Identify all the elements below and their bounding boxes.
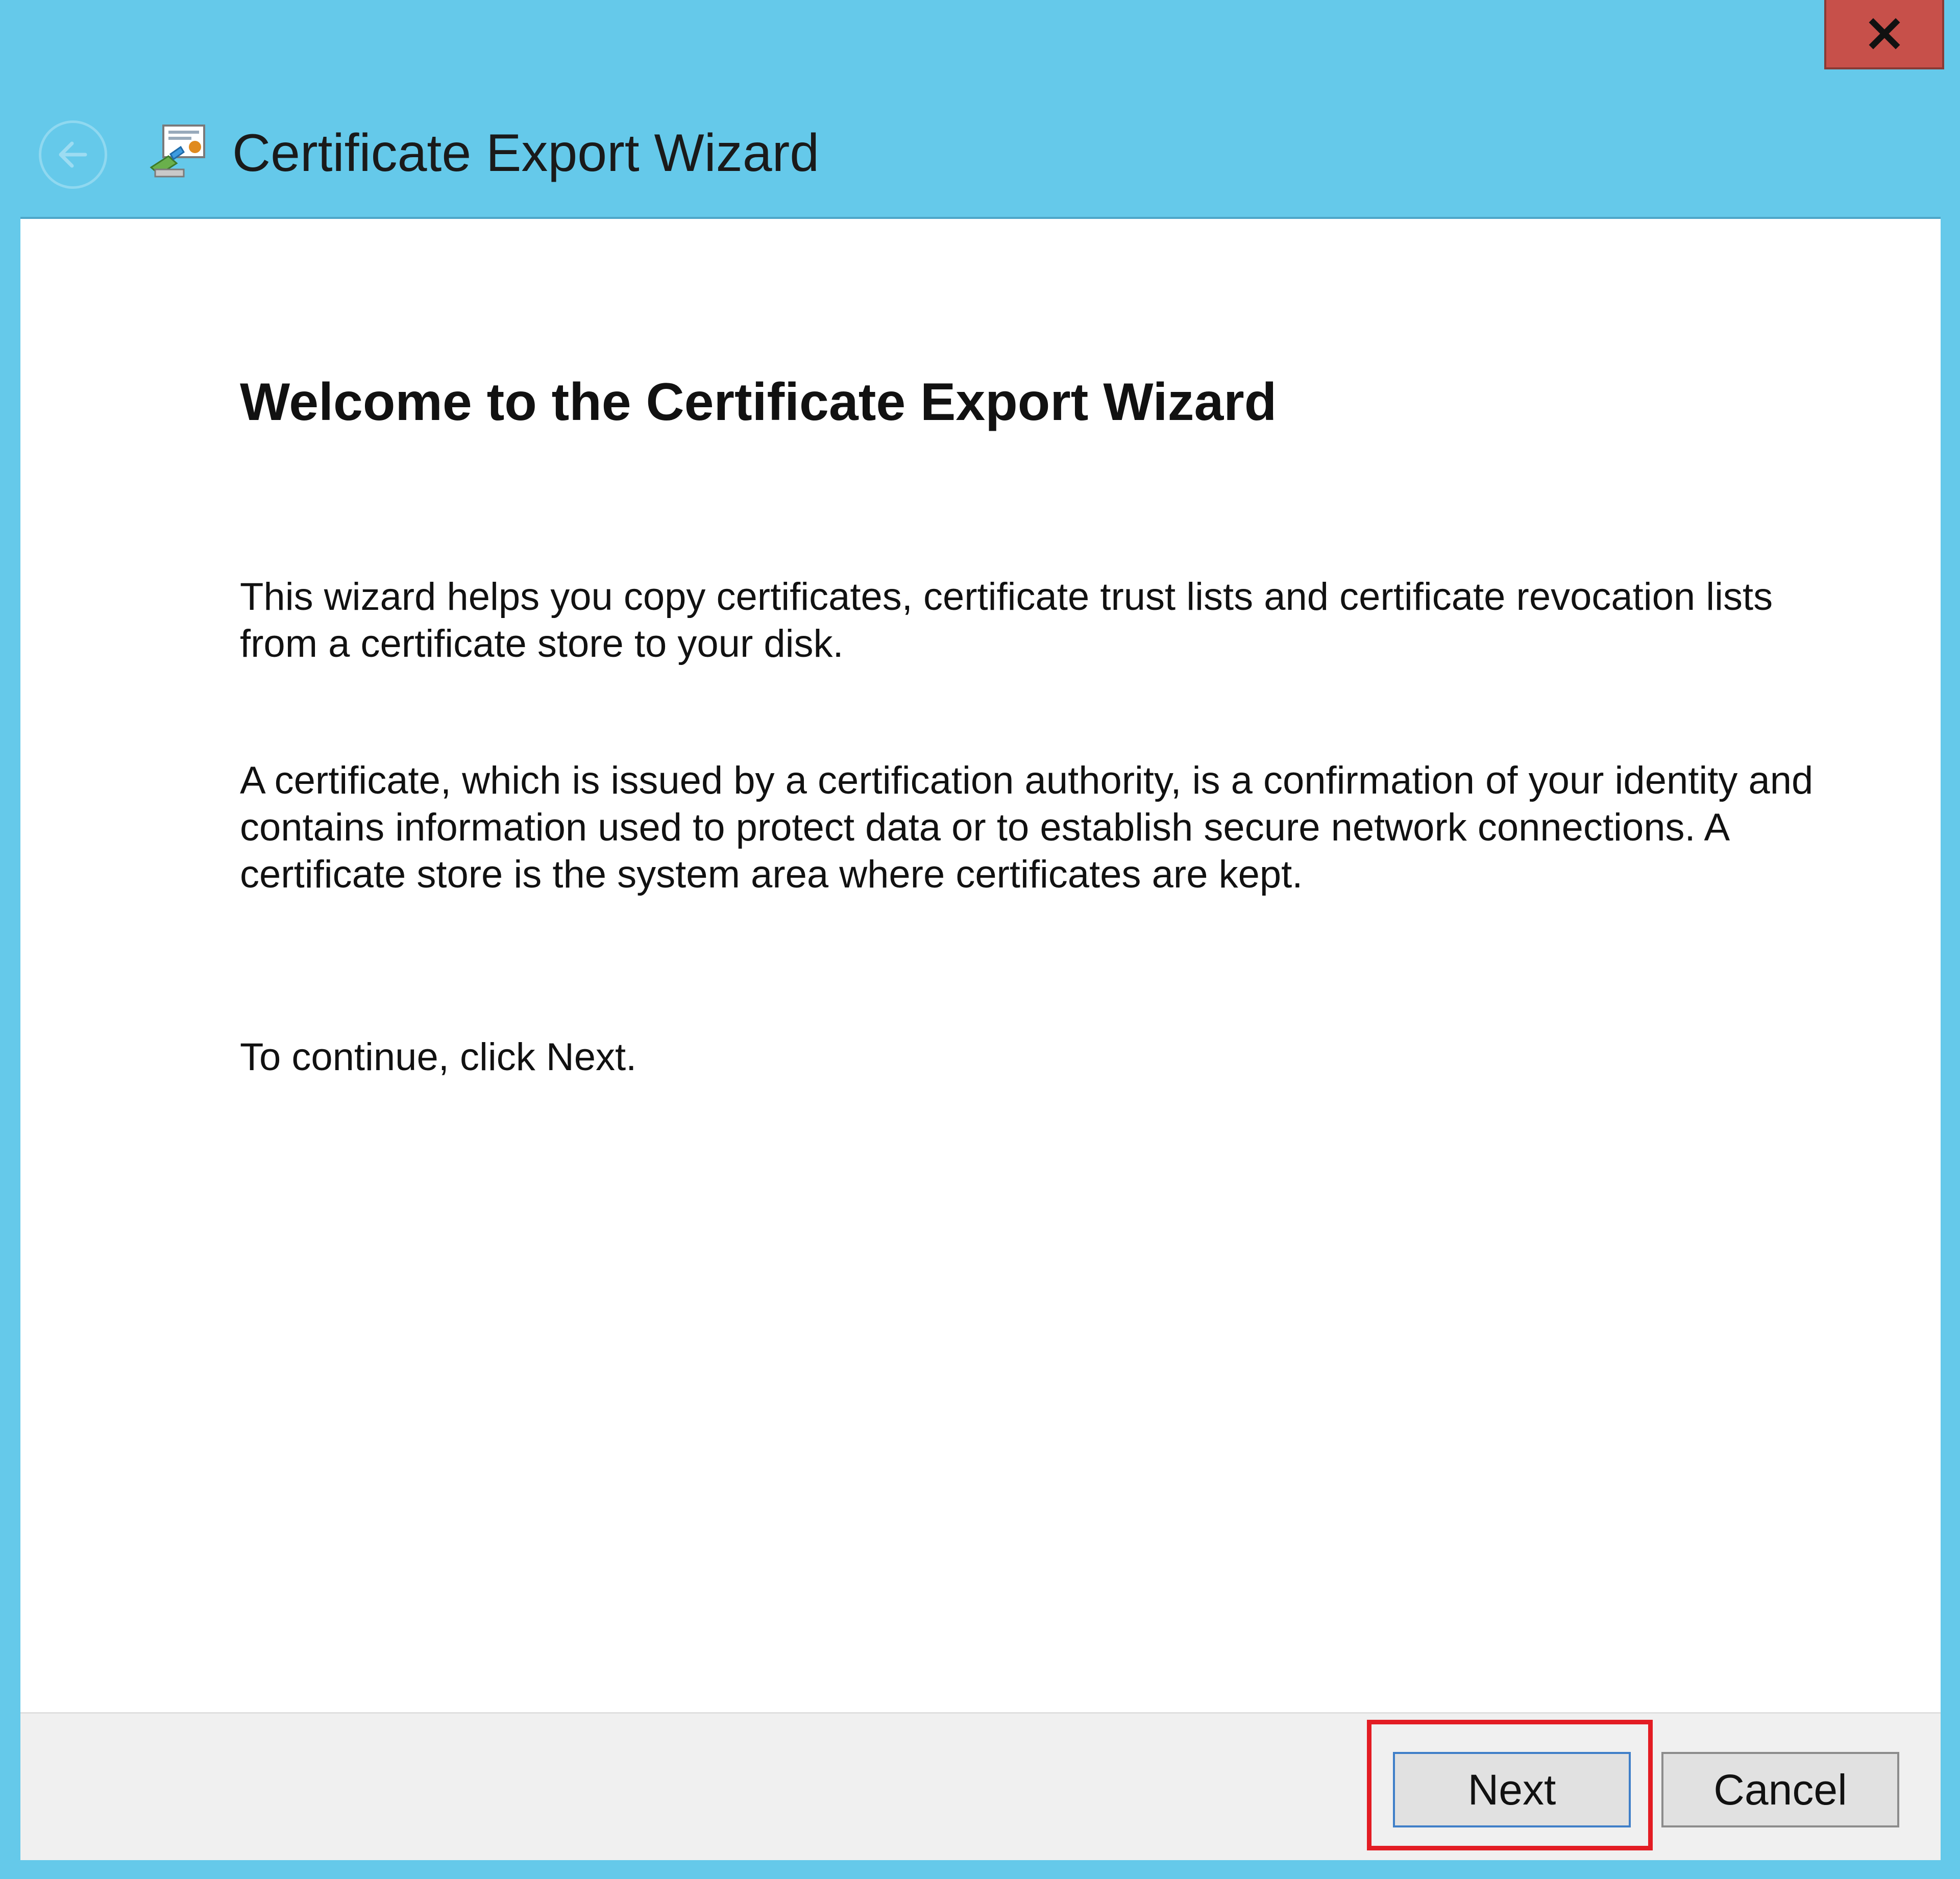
- certificate-info-paragraph: A certificate, which is issued by a cert…: [240, 759, 1814, 896]
- back-arrow-icon: [59, 141, 87, 168]
- close-button[interactable]: [1824, 0, 1944, 69]
- wizard-footer: Next Cancel: [20, 1712, 1941, 1860]
- wizard-content-panel: Welcome to the Certificate Export Wizard…: [20, 217, 1941, 1712]
- next-button[interactable]: Next: [1393, 1752, 1631, 1827]
- continue-instruction: To continue, click Next.: [240, 1035, 637, 1079]
- cancel-button[interactable]: Cancel: [1661, 1752, 1899, 1827]
- close-icon: [1869, 18, 1900, 50]
- certificate-export-wizard-window: Certificate Export Wizard Welcome to the…: [0, 0, 1960, 1879]
- window-title: Certificate Export Wizard: [232, 123, 820, 183]
- certificate-wizard-icon: [150, 125, 205, 178]
- back-button[interactable]: [39, 120, 107, 189]
- page-heading: Welcome to the Certificate Export Wizard: [240, 373, 1277, 432]
- description-paragraph: This wizard helps you copy certificates,…: [240, 575, 1773, 665]
